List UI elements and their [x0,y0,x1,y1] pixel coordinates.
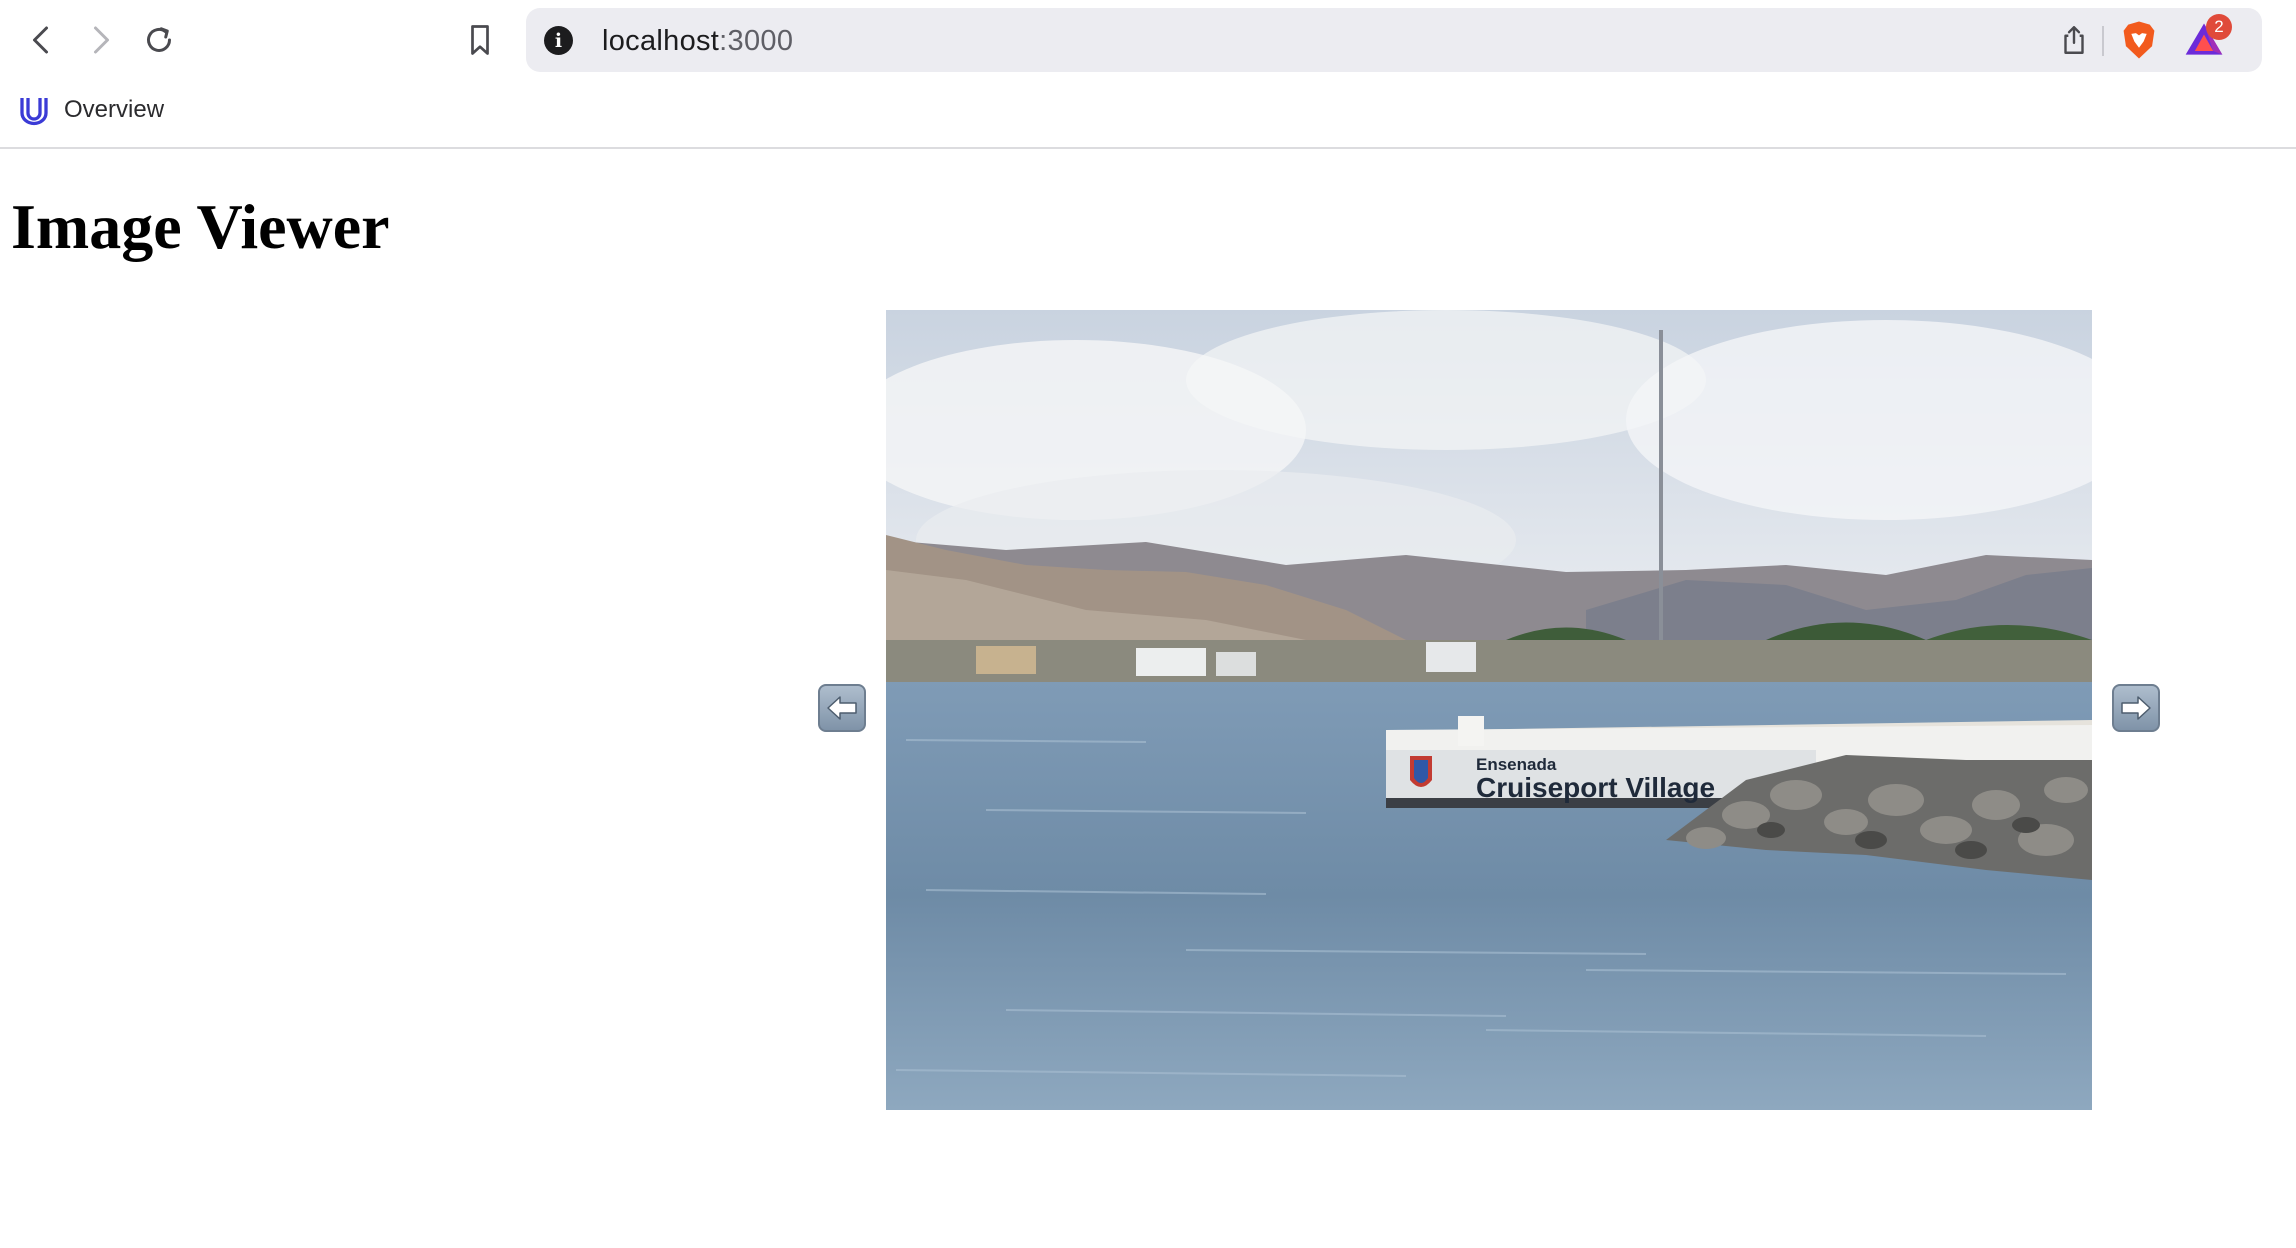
browser-toolbar: i localhost:3000 2 Overview [0,0,2296,149]
arrow-left-icon [827,696,857,720]
brave-shield-icon [2123,21,2155,59]
page-title: Image Viewer [11,191,390,262]
reload-icon [147,27,171,52]
chevron-left-icon [33,26,48,54]
brave-shields-button[interactable] [2120,20,2158,60]
bookmark-label: Overview [64,96,165,123]
reload-button[interactable] [137,18,181,62]
previous-image-button[interactable] [818,684,866,732]
url-port: :3000 [719,25,794,57]
url-host: localhost [602,25,720,57]
back-button[interactable] [20,18,64,62]
url-text[interactable]: localhost:3000 [602,25,793,58]
share-button[interactable] [2056,22,2092,58]
address-bar-separator [2102,26,2104,56]
address-bar[interactable]: i localhost:3000 2 [526,8,2262,72]
viewer-image: Ensenada Cruiseport Village [886,310,2092,1110]
next-image-button[interactable] [2112,684,2160,732]
arrow-right-icon [2121,696,2151,720]
sign-text-main: Cruiseport Village [1476,772,1715,803]
info-icon[interactable]: i [544,26,573,55]
notification-badge: 2 [2206,14,2232,40]
bookmark-icon [471,25,489,55]
bookmark-overview[interactable]: Overview [16,92,164,128]
harbor-photo: Ensenada Cruiseport Village [886,310,2092,1110]
forward-button[interactable] [78,18,122,62]
udacity-logo-icon [20,98,48,126]
chevron-right-icon [94,26,109,54]
share-icon [2064,26,2084,54]
bookmark-page-button[interactable] [458,18,502,62]
